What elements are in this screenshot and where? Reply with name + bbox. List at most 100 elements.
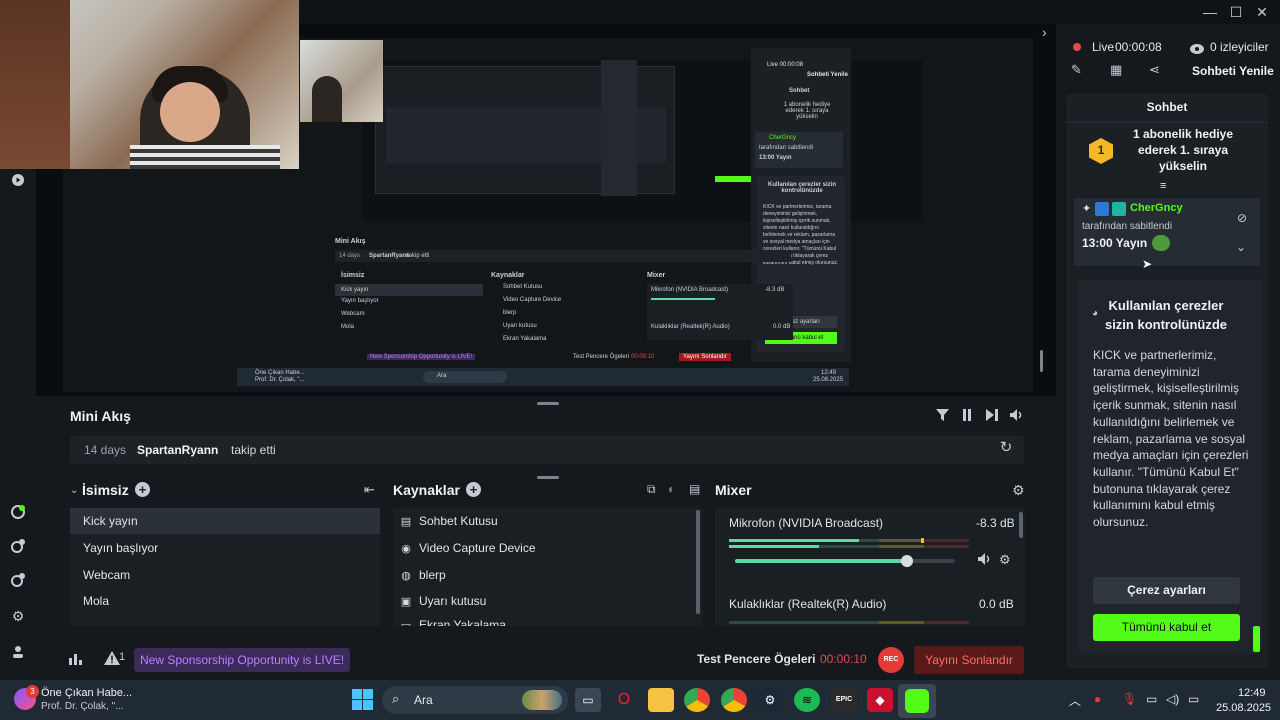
- scenes-title[interactable]: İsimsiz: [82, 482, 129, 498]
- sources-scrollbar[interactable]: [696, 510, 700, 614]
- scene-item[interactable]: Webcam: [70, 562, 380, 588]
- green-link-icon[interactable]: [8, 504, 28, 524]
- mixer-scrollbar[interactable]: [1019, 512, 1023, 538]
- share-icon[interactable]: ⋖: [1149, 62, 1160, 78]
- tray-app-icon[interactable]: ●: [1094, 692, 1101, 706]
- collapse-right-chevron-icon[interactable]: ›: [1042, 24, 1047, 40]
- edit-pencil-icon[interactable]: ✎: [1071, 62, 1082, 78]
- steam-icon[interactable]: ⚙: [757, 688, 783, 712]
- nested-scene: Mola: [341, 324, 355, 330]
- profile-icon[interactable]: [8, 644, 28, 664]
- mic-channel-level: -8.3 dB: [976, 516, 1015, 530]
- source-item[interactable]: ▭ Ekran Yakalama: [393, 614, 693, 626]
- alert-warning-icon[interactable]: [104, 651, 120, 670]
- source-item[interactable]: ▤ Sohbet Kutusu: [393, 508, 693, 534]
- file-explorer-icon[interactable]: [648, 688, 674, 712]
- game-app-icon[interactable]: ◆: [867, 688, 893, 712]
- headset-channel-level: 0.0 dB: [979, 597, 1014, 611]
- add-scene-icon[interactable]: +: [135, 482, 150, 497]
- nested-source: Video Capture Device: [503, 297, 562, 303]
- mic-meter-track: [729, 538, 969, 543]
- gear-icon[interactable]: ⚙: [8, 606, 28, 626]
- taskbar-search-box[interactable]: ⌕ Ara: [382, 686, 568, 714]
- minimize-button[interactable]: —: [1198, 2, 1222, 22]
- refresh-icon[interactable]: ↻: [996, 438, 1016, 458]
- opera-icon[interactable]: O: [611, 688, 637, 712]
- scenes-collapse-chevron-icon[interactable]: ⌄: [70, 485, 78, 496]
- mixer-title: Mixer: [715, 482, 752, 498]
- source-group-icon[interactable]: ⧉: [647, 482, 656, 497]
- refresh-chat-button[interactable]: Sohbeti Yenile: [1192, 64, 1274, 78]
- news-title[interactable]: Öne Çıkan Habe...: [41, 687, 132, 699]
- nested-test-label: Test Pencere Ögeleri: [573, 354, 630, 360]
- mic-peak-marker: [921, 538, 924, 543]
- tray-expand-chevron-icon[interactable]: ︿: [1069, 692, 1081, 709]
- chrome-icon[interactable]: [721, 688, 747, 712]
- badge-icon: [1112, 202, 1126, 216]
- mic-meter-red-zone: [924, 539, 969, 542]
- taskbar-clock[interactable]: 12:49: [1238, 687, 1266, 699]
- accept-all-cookies-button[interactable]: Tümünü kabul et: [1093, 614, 1240, 641]
- battery-icon[interactable]: ▭: [1188, 692, 1199, 706]
- mixer-settings-gear-icon[interactable]: ⚙: [1012, 482, 1025, 499]
- spotify-icon[interactable]: ≋: [794, 688, 820, 712]
- preview-resize-handle[interactable]: [1040, 350, 1043, 372]
- mic-volume-knob[interactable]: [901, 555, 913, 567]
- speaker-icon[interactable]: ◁): [1166, 692, 1179, 706]
- nested-clock: 12:49: [821, 370, 837, 376]
- source-hide-icon[interactable]: ◐: [668, 482, 675, 496]
- scene-transition-icon[interactable]: ⇤: [364, 482, 375, 498]
- mic-volume-slider[interactable]: [735, 555, 955, 567]
- windows-taskbar: [0, 680, 1280, 720]
- kick-studio-taskbar-button[interactable]: [898, 684, 936, 718]
- settings-link-icon[interactable]: [8, 538, 28, 558]
- stream-info-icon[interactable]: ▦: [1110, 62, 1122, 78]
- play-circle-icon[interactable]: [8, 172, 28, 192]
- taskbar-date[interactable]: 25.08.2025: [1216, 702, 1271, 714]
- source-item[interactable]: ▣ Uyarı kutusu: [393, 588, 693, 614]
- network-icon[interactable]: ▭: [1146, 692, 1157, 706]
- pinned-expand-chevron-icon[interactable]: ⌄: [1236, 240, 1246, 254]
- epic-games-icon[interactable]: EPIC: [831, 688, 857, 712]
- maximize-button[interactable]: ☐: [1224, 2, 1248, 22]
- task-view-icon[interactable]: ▭: [575, 688, 601, 712]
- unpin-icon[interactable]: ⊘: [1237, 211, 1247, 225]
- rank-badge: 1: [1089, 138, 1113, 164]
- skip-next-icon[interactable]: [983, 408, 1001, 426]
- close-button[interactable]: ✕: [1250, 2, 1274, 22]
- search-icon: ⌕: [392, 691, 400, 706]
- pause-icon[interactable]: [958, 408, 976, 426]
- camera-icon: ◉: [401, 543, 411, 555]
- share-link-icon[interactable]: [8, 572, 28, 592]
- volume-icon[interactable]: [1008, 408, 1026, 426]
- docks-resize-handle[interactable]: [537, 476, 559, 479]
- scene-item[interactable]: Yayın başlıyor: [70, 535, 380, 561]
- mic-meter-yellow-zone-2: [879, 545, 924, 548]
- scene-item[interactable]: Mola: [70, 588, 380, 614]
- add-source-icon[interactable]: +: [466, 482, 481, 497]
- nested-mini-akis-row: 14 days SpartanRyann takip etti: [335, 250, 791, 262]
- filter-icon[interactable]: [933, 408, 951, 426]
- stats-chart-icon[interactable]: [69, 652, 83, 670]
- end-stream-button[interactable]: Yayını Sonlandır: [914, 646, 1024, 674]
- chrome-alt-icon[interactable]: [684, 688, 710, 712]
- mic-mute-speaker-icon[interactable]: [978, 553, 992, 568]
- nested-date: 25.08.2025: [813, 377, 844, 383]
- cookie-settings-button[interactable]: Çerez ayarları: [1093, 577, 1240, 604]
- source-item[interactable]: ◉ Video Capture Device: [393, 535, 693, 561]
- sponsorship-banner[interactable]: New Sponsorship Opportunity is LIVE!: [134, 648, 351, 672]
- nested-accept-bar: [715, 176, 751, 182]
- mic-settings-gear-icon[interactable]: ⚙: [999, 552, 1011, 568]
- scene-item[interactable]: Kick yayın: [70, 508, 380, 534]
- record-button[interactable]: REC: [878, 647, 904, 673]
- test-widgets-label[interactable]: Test Pencere Ögeleri: [697, 652, 816, 666]
- windows-start-icon[interactable]: [352, 689, 373, 710]
- microphone-icon[interactable]: 🎙: [1122, 692, 1137, 706]
- goal-expand-icon[interactable]: ≡: [1160, 180, 1166, 192]
- source-folder-icon[interactable]: ▤: [689, 482, 700, 496]
- activity-user[interactable]: SpartanRyann: [137, 443, 218, 457]
- chat-send-button[interactable]: [1253, 626, 1260, 652]
- source-item[interactable]: ◍ blerp: [393, 562, 693, 588]
- pinned-username[interactable]: CherGncy: [1130, 202, 1183, 214]
- cookie-body: KICK ve partnerlerimiz, tarama deneyimin…: [1093, 348, 1249, 530]
